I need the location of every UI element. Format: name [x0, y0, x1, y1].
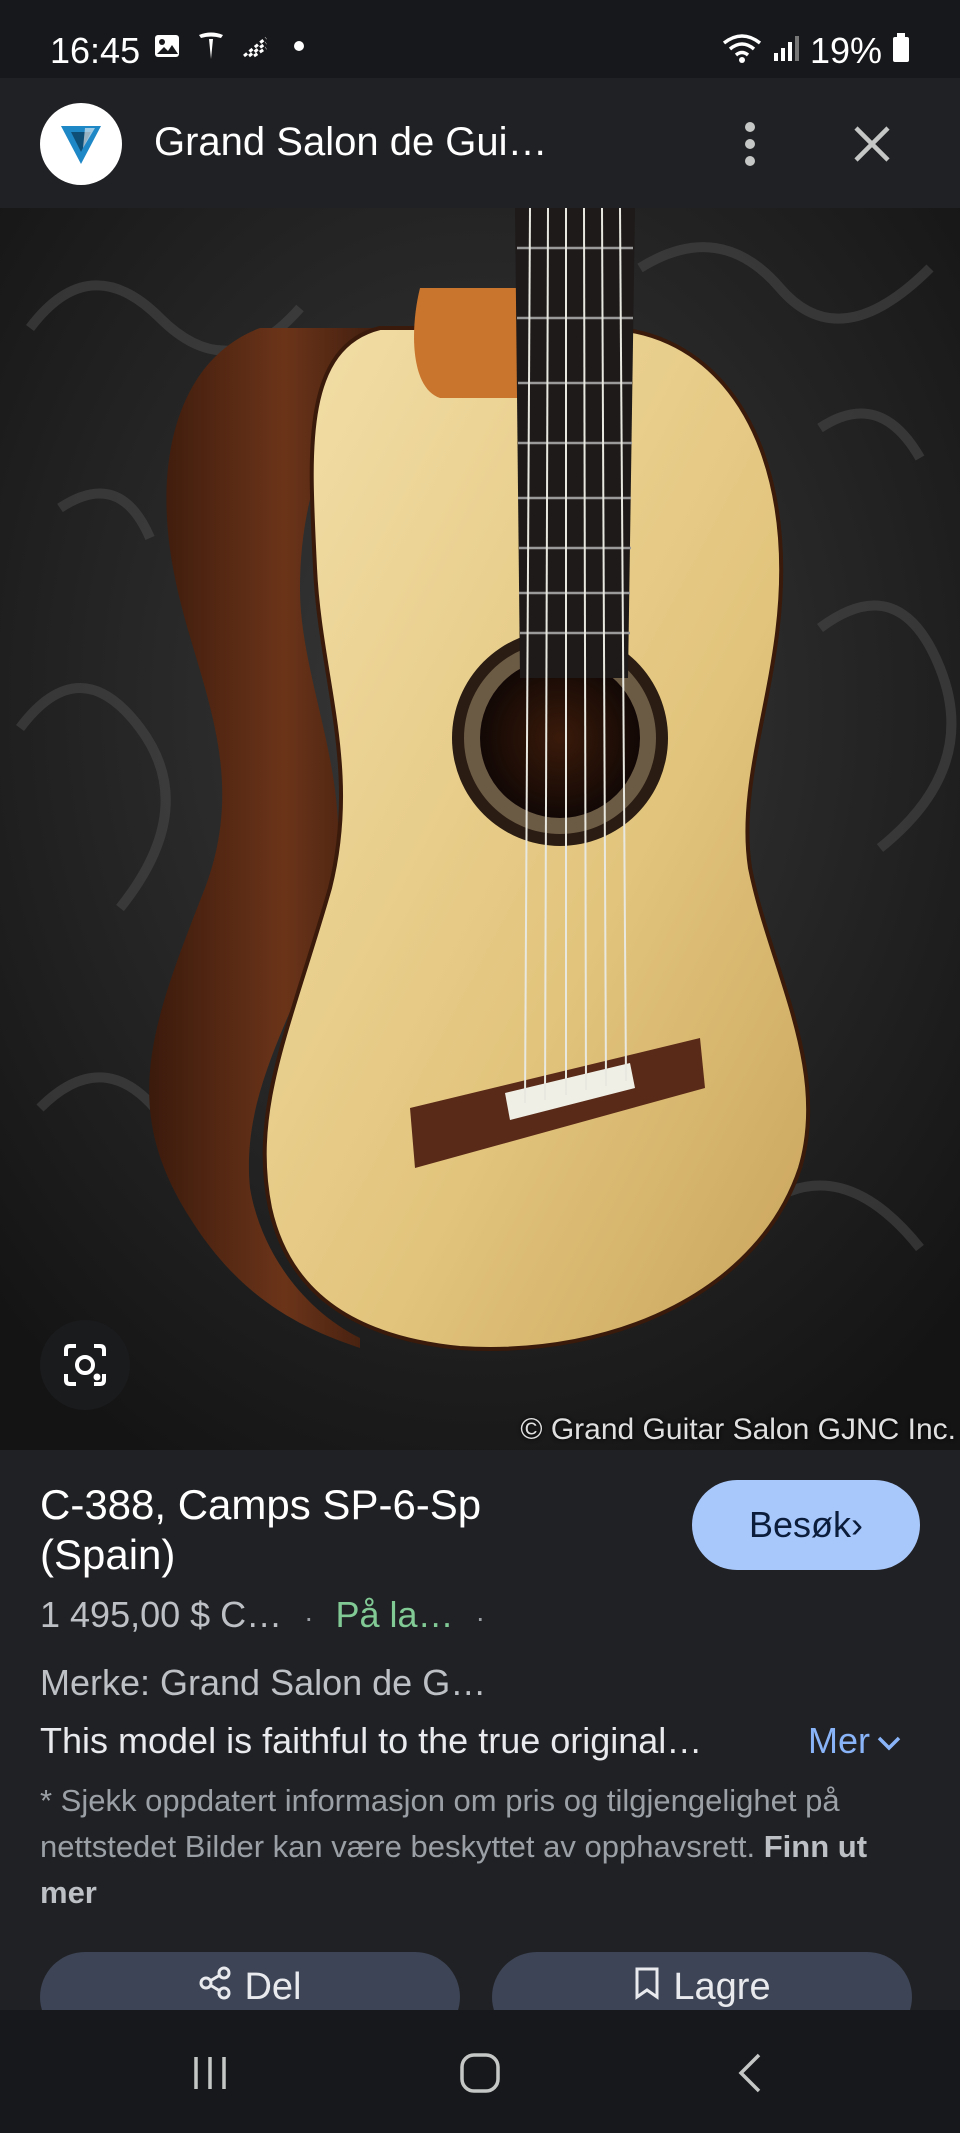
back-icon[interactable] — [720, 2048, 780, 2098]
product-details: C-388, Camps SP-6-Sp (Spain) Besøk› 1 49… — [0, 1450, 960, 2042]
separator: · — [304, 1602, 314, 1633]
visit-button[interactable]: Besøk› — [692, 1480, 920, 1570]
site-logo-icon[interactable] — [40, 103, 122, 185]
gallery-icon — [152, 30, 182, 62]
system-indicators: 19% — [722, 30, 910, 72]
save-label: Lagre — [673, 1966, 771, 2008]
chevron-down-icon — [876, 1720, 902, 1762]
share-icon — [198, 1966, 232, 2010]
home-icon[interactable] — [450, 2048, 510, 2098]
site-title[interactable]: Grand Salon de Gui… — [154, 120, 548, 165]
product-description: This model is faithful to the true origi… — [40, 1720, 703, 1761]
viewer-header: Grand Salon de Gui… — [0, 78, 960, 208]
recent-apps-icon[interactable] — [180, 2048, 240, 2098]
separator: · — [475, 1602, 485, 1633]
more-vert-icon[interactable] — [728, 118, 772, 170]
disclaimer: * Sjekk oppdatert informasjon om pris og… — [40, 1778, 920, 1916]
notification-icons — [152, 30, 314, 62]
bookmark-icon — [633, 1966, 661, 2010]
system-navigation-bar — [0, 2010, 960, 2133]
product-title: C-388, Camps SP-6-Sp (Spain) — [40, 1481, 482, 1578]
status-time: 16:45 — [50, 30, 141, 71]
product-image[interactable] — [0, 208, 960, 1450]
image-copyright: © Grand Guitar Salon GJNC Inc. — [520, 1413, 956, 1446]
close-icon[interactable] — [846, 118, 898, 170]
battery-text: 19% — [809, 30, 882, 71]
signal-strength-icon — [240, 30, 270, 62]
stock-status: På la… — [335, 1594, 454, 1635]
price-row: 1 495,00 $ C… · På la… · — [40, 1594, 497, 1636]
tesla-icon — [196, 30, 226, 62]
disclaimer-text: * Sjekk oppdatert informasjon om pris og… — [40, 1783, 840, 1864]
battery-icon — [892, 30, 910, 72]
google-lens-icon[interactable] — [40, 1320, 130, 1410]
cellular-icon — [772, 30, 800, 72]
more-link[interactable]: Mer — [808, 1720, 902, 1762]
share-label: Del — [244, 1966, 302, 2008]
product-brand: Merke: Grand Salon de G… — [40, 1662, 487, 1703]
dot-icon — [284, 30, 314, 62]
status-bar: 16:45 19% — [0, 0, 960, 78]
wifi-icon — [722, 30, 762, 72]
more-label: Mer — [808, 1720, 870, 1761]
product-price: 1 495,00 $ C… — [40, 1594, 283, 1635]
